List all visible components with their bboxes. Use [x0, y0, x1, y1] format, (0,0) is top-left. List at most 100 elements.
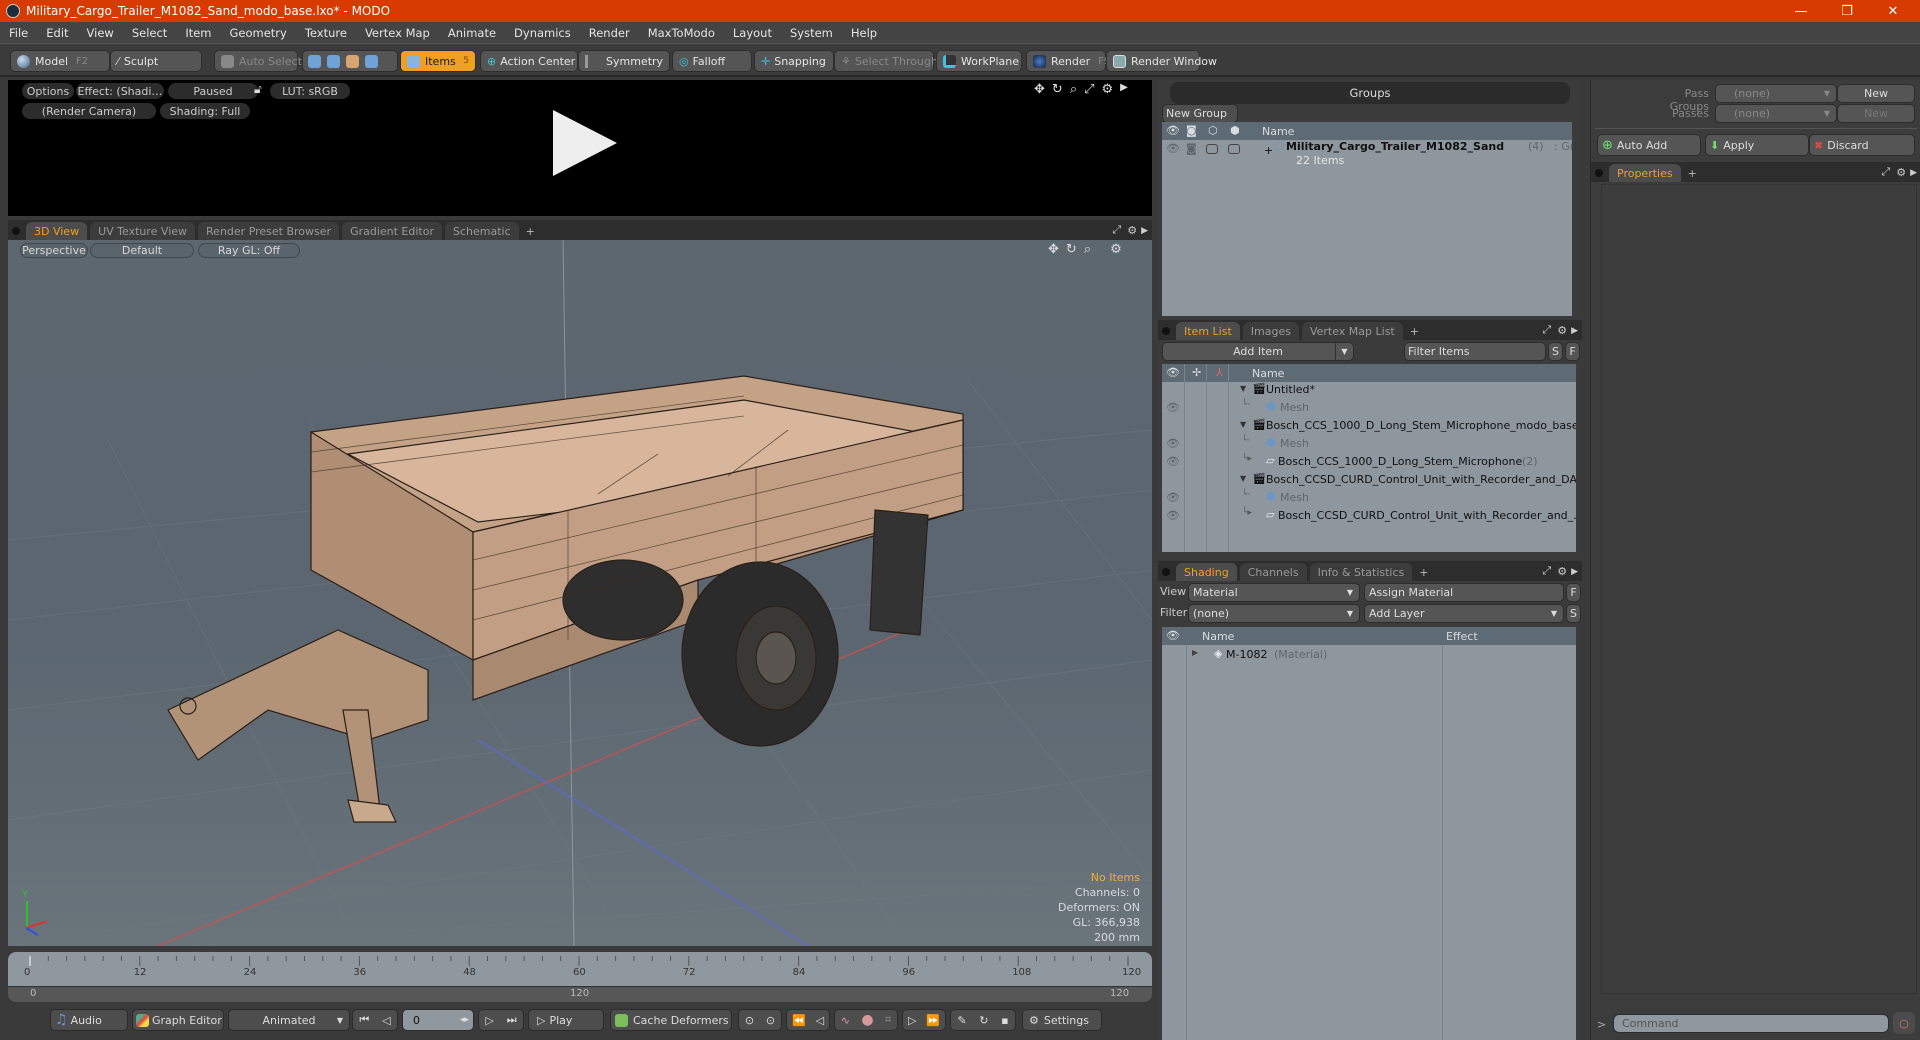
maximize-panel-icon[interactable]: ⤢: [1542, 323, 1551, 337]
collapse-arrow-icon[interactable]: ▼: [1240, 474, 1246, 483]
preview-effect-dropdown[interactable]: Effect: (Shadi…: [76, 83, 164, 99]
passes-dropdown[interactable]: (none) ▼: [1715, 104, 1837, 123]
shading-s-button[interactable]: S: [1566, 604, 1581, 623]
filter-items-input[interactable]: Filter Items: [1404, 342, 1546, 361]
3d-viewport[interactable]: Perspective Default Ray GL: Off ✥ ↻ ⌕ ⚙ …: [8, 240, 1152, 946]
menu-maxtomodo[interactable]: MaxToModo: [639, 26, 724, 40]
materials-mode-icon[interactable]: [365, 54, 378, 68]
item-row[interactable]: 👁︎ └▸ ▱ Bosch_CCS_1000_D_Long_Stem_Micropho…: [1162, 454, 1576, 472]
timeline-range-bar[interactable]: 0 120 120: [8, 986, 1152, 1002]
symmetry-button[interactable]: Symmetry: [578, 50, 670, 72]
graph-editor-button[interactable]: Graph Editor: [132, 1009, 224, 1031]
expand-icon[interactable]: +: [1264, 144, 1273, 157]
viewport-pan-icon[interactable]: ✥: [1048, 242, 1059, 257]
refresh-key-icon[interactable]: ↻: [979, 1014, 988, 1027]
menu-help[interactable]: Help: [842, 26, 886, 40]
auto-add-button[interactable]: ⊕ Auto Add: [1597, 134, 1701, 156]
item-row[interactable]: 👁︎ └· ⬢ Mesh: [1162, 400, 1576, 418]
add-tab-button[interactable]: +: [1684, 164, 1701, 182]
tab-uv-texture-view[interactable]: UV Texture View: [90, 222, 196, 240]
gear-icon[interactable]: ⚙: [1102, 82, 1114, 97]
viewport-zoom-icon[interactable]: ⌕: [1084, 242, 1091, 257]
expand-arrow-icon[interactable]: ▶: [1192, 648, 1198, 657]
filter-f-button[interactable]: F: [1565, 342, 1580, 361]
auto-select-button[interactable]: Auto Select: [214, 50, 302, 72]
edges-mode-icon[interactable]: [327, 54, 340, 68]
auto-key-icon[interactable]: ∿: [841, 1014, 850, 1027]
expand-arrow-icon[interactable]: ▶: [1120, 82, 1128, 97]
record-icon[interactable]: ●: [861, 1012, 873, 1028]
item-visibility-icon[interactable]: 👁︎: [1166, 437, 1180, 450]
close-button[interactable]: ✕: [1870, 0, 1916, 22]
download-key-icon[interactable]: ⊙: [766, 1014, 775, 1027]
new-group-button[interactable]: New Group: [1162, 104, 1238, 123]
add-tab-button[interactable]: +: [1406, 322, 1423, 340]
restore-button[interactable]: ❐: [1824, 0, 1870, 22]
add-tab-button[interactable]: +: [1415, 563, 1432, 581]
prev-key-icon[interactable]: ⏪: [792, 1014, 806, 1027]
trailer-model[interactable]: [167, 375, 964, 823]
maximize-viewport-icon[interactable]: ⤢: [1112, 223, 1121, 237]
item-visibility-icon[interactable]: 👁︎: [1166, 455, 1180, 468]
group-row[interactable]: 👁︎ ◙ + ⬡ Military_Cargo_Trailer_M1082_Sa…: [1162, 140, 1572, 170]
viewport-gear-icon[interactable]: ⚙: [1127, 224, 1137, 237]
menu-view[interactable]: View: [78, 26, 123, 40]
next-key-icon[interactable]: ▷: [908, 1014, 916, 1027]
minimize-button[interactable]: —: [1778, 0, 1824, 22]
menu-select[interactable]: Select: [123, 26, 176, 40]
falloff-button[interactable]: ◎ Falloff: [672, 50, 752, 72]
raygl-dropdown[interactable]: Ray GL: Off: [198, 243, 300, 258]
timeline[interactable]: 0 12 24 36 48 60 72 84 96 108 120 0 120 120: [8, 952, 1152, 1002]
vertices-mode-icon[interactable]: [308, 54, 321, 68]
item-row[interactable]: ▼ 🎬︎ Untitled*: [1162, 382, 1576, 400]
maximize-panel-icon[interactable]: ⤢: [1881, 165, 1890, 179]
item-row[interactable]: 👁︎ └▸ ▱ Bosch_CCSD_CURD_Control_Unit_with_R…: [1162, 508, 1576, 526]
new-pass-button[interactable]: New: [1837, 104, 1915, 123]
command-input[interactable]: Command: [1613, 1014, 1889, 1033]
item-visibility-icon[interactable]: 👁︎: [1166, 401, 1180, 414]
tab-gradient-editor[interactable]: Gradient Editor: [342, 222, 442, 240]
set-key-icon[interactable]: ✎: [957, 1014, 966, 1027]
tab-3d-view[interactable]: 3D View: [26, 222, 88, 240]
lock-icon[interactable]: 🔓︎: [254, 82, 262, 97]
apply-button[interactable]: ⬇ Apply: [1705, 134, 1809, 156]
view-dropdown[interactable]: Material ▼: [1188, 583, 1360, 602]
delete-key-icon[interactable]: ▪: [1001, 1014, 1008, 1027]
rotate-icon[interactable]: ↻: [1052, 82, 1063, 97]
menu-item[interactable]: Item: [176, 26, 220, 40]
tab-info-statistics[interactable]: Info & Statistics: [1309, 563, 1413, 581]
step-back-icon[interactable]: ◁: [382, 1014, 390, 1027]
animated-dropdown[interactable]: Animated ▼: [228, 1009, 350, 1031]
maximize-panel-icon[interactable]: ⤢: [1542, 564, 1551, 578]
model-mode-button[interactable]: Model F2: [10, 50, 110, 72]
command-history-icon[interactable]: ○: [1893, 1012, 1915, 1034]
item-row[interactable]: ▼ 🎬︎ Bosch_CCS_1000_D_Long_Stem_Microphone…: [1162, 418, 1576, 436]
tab-images[interactable]: Images: [1242, 322, 1299, 340]
tab-properties[interactable]: Properties: [1609, 164, 1681, 182]
panel-expand-icon[interactable]: ▶: [1571, 567, 1578, 577]
panel-gear-icon[interactable]: ⚙: [1557, 324, 1567, 337]
zoom-icon[interactable]: ⌕: [1070, 82, 1077, 97]
discard-button[interactable]: ✖ Discard: [1809, 134, 1915, 156]
shading-f-button[interactable]: F: [1566, 583, 1581, 602]
filter-dropdown[interactable]: (none) ▼: [1188, 604, 1360, 623]
group-select-toggle[interactable]: [1228, 144, 1240, 154]
filter-s-button[interactable]: S: [1548, 342, 1563, 361]
menu-file[interactable]: File: [0, 26, 37, 40]
select-through-button[interactable]: ⚘ Select Through: [834, 50, 938, 72]
tab-shading[interactable]: Shading: [1176, 563, 1237, 581]
add-layer-dropdown[interactable]: Add Layer ▼: [1364, 604, 1564, 623]
key-filter-icon[interactable]: ⌗: [885, 1013, 891, 1027]
menu-layout[interactable]: Layout: [724, 26, 781, 40]
add-item-button[interactable]: Add Item ▼: [1162, 342, 1354, 361]
render-button[interactable]: Render F9: [1026, 50, 1110, 72]
preview-camera-dropdown[interactable]: (Render Camera): [22, 103, 156, 119]
menu-edit[interactable]: Edit: [37, 26, 77, 40]
items-mode-button[interactable]: Items 5: [400, 50, 476, 72]
action-center-button[interactable]: ⊕ Action Center: [480, 50, 578, 72]
panel-gear-icon[interactable]: ⚙: [1557, 565, 1567, 578]
timeline-ruler[interactable]: 0 12 24 36 48 60 72 84 96 108 120: [8, 952, 1152, 986]
view-style-dropdown[interactable]: Default: [90, 243, 194, 258]
menu-animate[interactable]: Animate: [439, 26, 505, 40]
tab-vertex-map-list[interactable]: Vertex Map List: [1301, 322, 1403, 340]
